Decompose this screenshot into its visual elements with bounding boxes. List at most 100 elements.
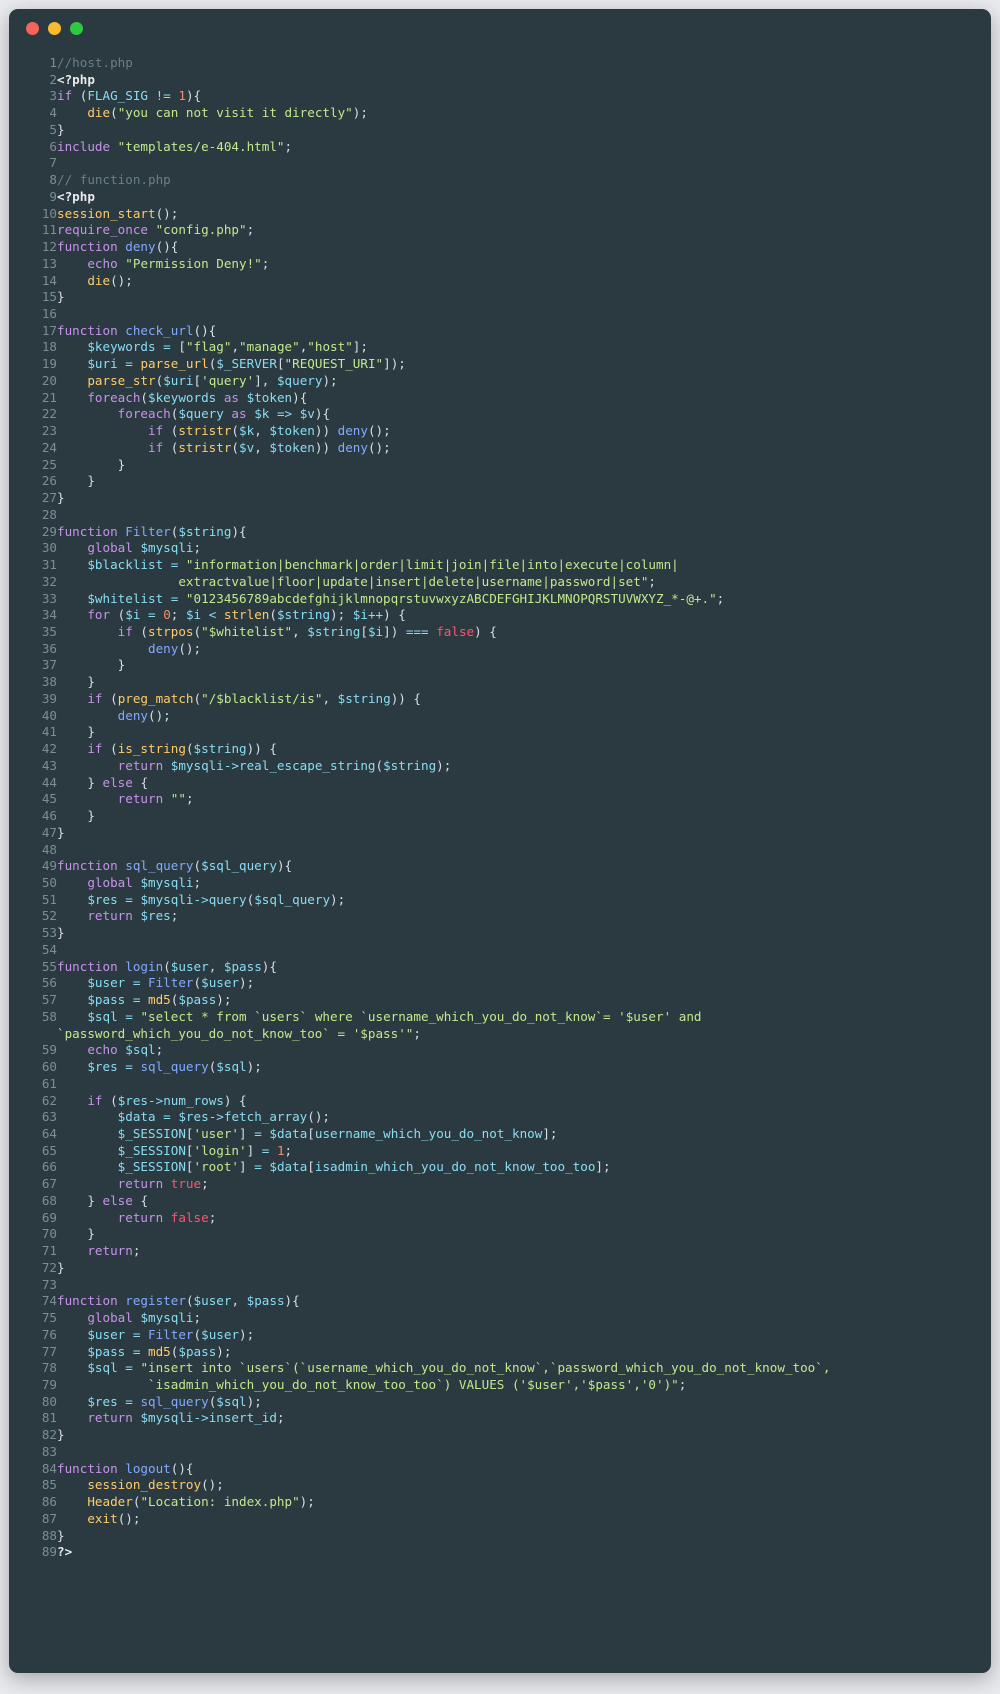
token: <?php: [57, 188, 95, 204]
code-line: 33 $whitelist = "0123456789abcdefghijklm…: [23, 591, 977, 608]
token: $token: [269, 439, 315, 455]
token: );: [246, 1393, 262, 1409]
line-source: // function.php: [57, 172, 977, 189]
line-number: 32: [41, 573, 57, 589]
line-source: }: [57, 1226, 977, 1243]
token: die: [87, 272, 111, 288]
code-line: 31 $blacklist = "information|benchmark|o…: [23, 557, 977, 574]
line-number: 79: [41, 1377, 57, 1393]
token: (: [140, 389, 149, 405]
code-line: 86 Header("Location: index.php");: [23, 1494, 977, 1511]
token: $sql: [125, 1042, 156, 1058]
line-source: $res = $mysqli->query($sql_query);: [57, 892, 977, 909]
line-number: 55: [41, 958, 57, 974]
code-line: 13 echo "Permission Deny!";: [23, 256, 977, 273]
token: else: [102, 774, 133, 790]
line-source: return false;: [57, 1210, 977, 1227]
line-number: 88: [41, 1527, 57, 1543]
token: ();: [155, 205, 179, 221]
token: sql_query: [140, 1059, 209, 1075]
line-number: 44: [41, 774, 57, 790]
code-line: 73: [23, 1277, 977, 1294]
token: ();: [148, 707, 171, 723]
line-number: 23: [41, 423, 57, 439]
line-source: }: [57, 724, 977, 741]
line-number: 47: [41, 824, 57, 840]
line-number: 14: [41, 272, 57, 288]
token: $string: [383, 757, 437, 773]
token: ,: [292, 623, 308, 639]
token: (){: [193, 322, 217, 338]
line-number: 4: [49, 105, 57, 121]
line-number: 6: [49, 138, 57, 154]
token: ],: [254, 372, 277, 388]
token: ]: [239, 1159, 255, 1175]
token: ;: [170, 908, 179, 924]
token: 0: [163, 607, 171, 623]
line-number: 21: [41, 389, 57, 405]
line-number: 13: [41, 255, 57, 271]
token: ){: [284, 1293, 300, 1309]
minimize-button[interactable]: [48, 21, 61, 35]
token: $_SESSION: [117, 1142, 186, 1158]
code-line: 58 $sql = "select * from `users` where `…: [23, 1009, 977, 1042]
line-number: 82: [41, 1427, 57, 1443]
token: "manage": [239, 339, 300, 355]
token: $mysqli: [140, 1410, 194, 1426]
token: $pass: [178, 992, 217, 1008]
token: ->: [148, 1092, 164, 1108]
line-number: 72: [41, 1259, 57, 1275]
token: ){: [261, 958, 277, 974]
token: "config.php": [155, 222, 247, 238]
token: "insert into `users`(`username_which_you…: [140, 1360, 831, 1376]
code-line: 26 }: [23, 473, 977, 490]
token: [: [276, 356, 285, 372]
token: (: [163, 439, 179, 455]
code-line: 83: [23, 1444, 977, 1461]
code-line: 2 <?php: [23, 72, 977, 89]
maximize-button[interactable]: [70, 21, 83, 35]
token: return: [87, 1243, 133, 1259]
token: }: [57, 724, 95, 740]
token: false: [170, 1209, 209, 1225]
code-line: 52 return $res;: [23, 908, 977, 925]
token: if: [87, 741, 103, 757]
token: ){: [231, 523, 247, 539]
token: ){: [185, 88, 202, 104]
token: ;: [284, 138, 293, 154]
token: "": [170, 791, 186, 807]
line-source: deny();: [57, 641, 977, 658]
token: $mysqli: [140, 540, 194, 556]
token: deny: [148, 640, 179, 656]
line-number: 17: [41, 322, 57, 338]
line-number: 57: [41, 992, 57, 1008]
token: }: [57, 1527, 65, 1543]
token: [: [360, 623, 368, 639]
close-button[interactable]: [26, 21, 39, 35]
token: );: [246, 1059, 262, 1075]
token: }: [57, 289, 65, 305]
code-line: 9 <?php: [23, 189, 977, 206]
token: =: [117, 1059, 141, 1075]
line-number: 74: [41, 1293, 57, 1309]
line-number: 40: [41, 707, 57, 723]
token: }: [57, 1259, 65, 1275]
line-number: 20: [41, 372, 57, 388]
line-source: $sql = "select * from `users` where `use…: [57, 1009, 977, 1042]
token: parse_url: [140, 356, 209, 372]
line-source: if (stristr($v, $token)) deny();: [57, 440, 977, 457]
token: $token: [269, 423, 315, 439]
token: 'query': [201, 372, 255, 388]
token: $pass: [87, 992, 126, 1008]
token: $query: [276, 372, 323, 388]
code-line: 64 $_SESSION['user'] = $data[username_wh…: [23, 1126, 977, 1143]
code-line: 51 $res = $mysqli->query($sql_query);: [23, 892, 977, 909]
line-number: 62: [41, 1092, 57, 1108]
